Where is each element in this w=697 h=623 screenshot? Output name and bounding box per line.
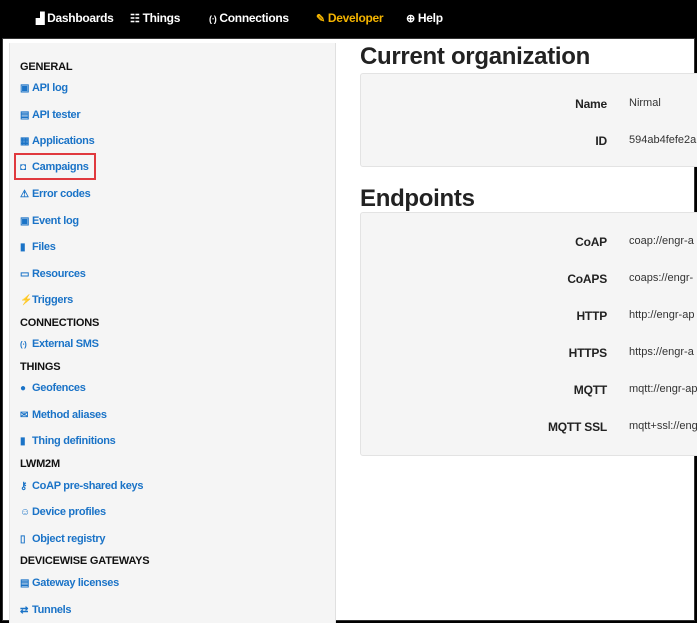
org-name-value: Nirmal <box>629 97 661 109</box>
endpoint-label: HTTP <box>576 309 607 323</box>
campaigns-highlight <box>14 153 96 180</box>
api-log-icon: ▣ <box>20 83 30 94</box>
org-panel: Name Nirmal ID 594ab4fefe2a <box>360 73 697 167</box>
sidebar-item-files[interactable]: ▮ Files <box>20 241 56 253</box>
sidebar-item-method-aliases[interactable]: ✉ Method aliases <box>20 409 107 421</box>
sidebar-item-object-registry[interactable]: ▯ Object registry <box>20 533 105 545</box>
triggers-icon: ⚡ <box>20 295 33 306</box>
nav-developer[interactable]: ✎ Developer <box>316 11 384 25</box>
file-icon: ▮ <box>20 242 26 253</box>
section-things: THINGS <box>20 361 61 373</box>
resources-icon: ▭ <box>20 269 30 280</box>
section-connections: CONNECTIONS <box>20 317 100 329</box>
sidebar-item-coap-psk[interactable]: ⚷ CoAP pre-shared keys <box>20 480 143 492</box>
developer-sidebar: GENERAL ▣ API log ▤ API tester ▦ Applicatio… <box>9 43 336 623</box>
globe-icon: ● <box>20 383 26 394</box>
top-nav-bar: ▟ Dashboards ☷ Things (ᐧ) Connections ✎ Deve… <box>0 0 697 38</box>
applications-icon: ▦ <box>20 136 30 147</box>
nav-dashboards[interactable]: ▟ Dashboards <box>36 11 114 25</box>
clipboard-icon: ▤ <box>20 110 30 121</box>
endpoints-panel: CoAP coap://engr-a CoAPS coaps://engr- H… <box>360 212 697 456</box>
key-icon: ⚷ <box>20 481 28 492</box>
endpoint-value: mqtt://engr-ap <box>629 383 697 395</box>
sidebar-item-api-log[interactable]: ▣ API log <box>20 82 68 94</box>
help-icon: ⊕ <box>406 13 415 25</box>
endpoint-value: coap://engr-a <box>629 235 694 247</box>
nav-help[interactable]: ⊕ Help <box>406 11 443 25</box>
endpoint-value: http://engr-ap <box>629 309 695 321</box>
endpoint-label: MQTT <box>573 383 607 397</box>
sidebar-item-gateway-licenses[interactable]: ▤ Gateway licenses <box>20 577 119 589</box>
sidebar-item-thing-definitions[interactable]: ▮ Thing definitions <box>20 435 116 447</box>
sidebar-item-resources[interactable]: ▭ Resources <box>20 268 86 280</box>
things-icon: ☷ <box>130 13 140 25</box>
content-frame: GENERAL ▣ API log ▤ API tester ▦ Applicatio… <box>2 38 697 623</box>
exchange-icon: ⇄ <box>20 605 29 616</box>
endpoint-label: CoAP <box>575 235 607 249</box>
sidebar-item-external-sms[interactable]: (ᐧ) External SMS <box>20 338 99 350</box>
org-title: Current organization <box>360 43 591 70</box>
sidebar-item-api-tester[interactable]: ▤ API tester <box>20 109 81 121</box>
endpoint-label: MQTT SSL <box>547 420 607 434</box>
sidebar-item-geofences[interactable]: ● Geofences <box>20 382 86 394</box>
sidebar-item-applications[interactable]: ▦ Applications <box>20 135 95 147</box>
sidebar-item-device-profiles[interactable]: ☺ Device profiles <box>20 506 106 518</box>
nav-things[interactable]: ☷ Things <box>130 11 180 25</box>
nav-connections[interactable]: (ᐧ) Connections <box>209 11 289 25</box>
sidebar-item-event-log[interactable]: ▣ Event log <box>20 215 79 227</box>
bar-chart-icon: ▟ <box>36 13 45 25</box>
license-icon: ▤ <box>20 578 30 589</box>
sidebar-item-error-codes[interactable]: ⚠ Error codes <box>20 188 91 200</box>
section-general: GENERAL <box>20 61 73 73</box>
org-name-label: Name <box>575 97 607 111</box>
registry-icon: ▯ <box>20 534 26 545</box>
endpoints-title: Endpoints <box>360 185 475 212</box>
org-id-label: ID <box>595 134 607 148</box>
envelope-icon: ✉ <box>20 410 29 421</box>
wrench-icon: ✎ <box>316 13 325 25</box>
endpoint-label: CoAPS <box>567 272 607 286</box>
sidebar-item-tunnels[interactable]: ⇄ Tunnels <box>20 604 72 616</box>
section-devicewise-gateways: DEVICEWISE GATEWAYS <box>20 555 150 567</box>
section-lwm2m: LWM2M <box>20 458 60 470</box>
endpoint-value: https://engr-a <box>629 346 694 358</box>
endpoint-value: mqtt+ssl://eng <box>629 420 697 432</box>
endpoint-value: coaps://engr- <box>629 272 694 284</box>
event-log-icon: ▣ <box>20 216 30 227</box>
antenna-icon: (ᐧ) <box>20 340 27 349</box>
antenna-icon: (ᐧ) <box>209 14 217 24</box>
book-icon: ▮ <box>20 436 26 447</box>
warning-icon: ⚠ <box>20 189 29 200</box>
org-id-value: 594ab4fefe2a <box>629 134 697 146</box>
sidebar-item-triggers[interactable]: ⚡Triggers <box>20 294 73 306</box>
profile-icon: ☺ <box>20 507 30 518</box>
main-content: Current organization Name Nirmal ID 594a… <box>336 39 697 622</box>
endpoint-label: HTTPS <box>568 346 608 360</box>
